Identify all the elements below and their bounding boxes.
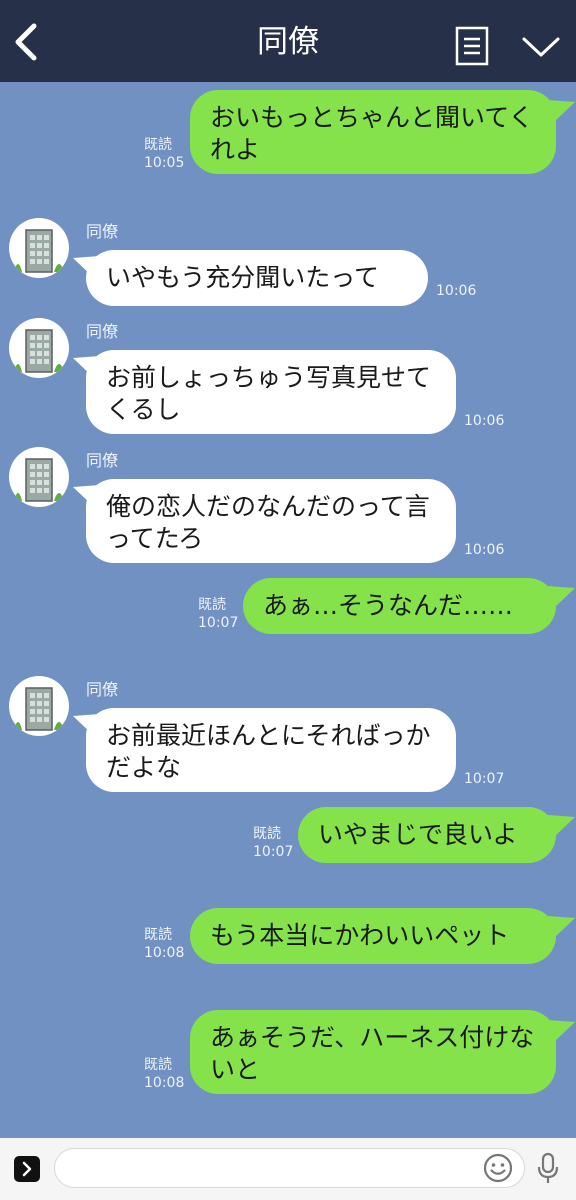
building-avatar-icon xyxy=(14,329,64,373)
message-bubble[interactable]: 俺の恋人だのなんだのって言ってたろ xyxy=(86,479,456,563)
message-time: 10:07 xyxy=(464,771,505,787)
message-row: 既読 10:08 もう本当にかわいいペット xyxy=(0,908,576,964)
message-bubble[interactable]: もう本当にかわいいペット xyxy=(190,908,556,964)
message-time: 10:07 xyxy=(253,844,294,860)
message-row: 既読 10:07 あぁ…そうなんだ…… xyxy=(0,578,576,634)
read-receipt: 既読 xyxy=(144,927,172,943)
menu-list-icon[interactable] xyxy=(455,26,489,66)
building-avatar-icon xyxy=(14,229,64,273)
sender-name: 同僚 xyxy=(86,222,119,241)
message-bubble[interactable]: おいもっとちゃんと聞いてくれよ xyxy=(190,90,556,174)
message-time: 10:07 xyxy=(198,615,239,631)
bubble-tail xyxy=(548,916,575,938)
bubble-tail xyxy=(548,100,575,122)
read-receipt: 既読 xyxy=(144,1057,172,1073)
message-meta: 既読 10:05 xyxy=(144,136,184,172)
bubble-tail xyxy=(548,815,575,837)
message-meta: 既読 10:08 xyxy=(144,926,184,962)
bubble-tail xyxy=(548,1020,575,1042)
bubble-tail xyxy=(548,586,575,608)
read-receipt: 既読 xyxy=(253,826,281,842)
chevron-down-icon[interactable] xyxy=(521,34,561,60)
message-row: 既読 10:07 いやまじで良いよ xyxy=(0,807,576,863)
message-time: 10:08 xyxy=(144,1075,185,1091)
message-bubble[interactable]: いやまじで良いよ xyxy=(298,807,556,863)
sender-name: 同僚 xyxy=(86,680,119,699)
message-input-bar xyxy=(0,1138,576,1200)
contact-avatar[interactable] xyxy=(9,447,69,507)
chat-header: 同僚 xyxy=(0,0,576,82)
message-time: 10:06 xyxy=(436,283,477,299)
message-row: 同僚 俺の恋人だのなんだのって言ってたろ 10:06 xyxy=(0,447,576,565)
message-bubble[interactable]: あぁそうだ、ハーネス付けないと xyxy=(190,1010,556,1094)
message-row: 同僚 お前最近ほんとにそればっかだよな 10:07 xyxy=(0,676,576,794)
sender-name: 同僚 xyxy=(86,451,119,470)
expand-button[interactable] xyxy=(14,1156,40,1182)
contact-avatar[interactable] xyxy=(9,318,69,378)
message-meta: 既読 10:07 xyxy=(198,596,238,632)
message-bubble[interactable]: いやもう充分聞いたって xyxy=(86,250,428,306)
message-bubble[interactable]: あぁ…そうなんだ…… xyxy=(243,578,556,634)
message-list[interactable]: 既読 10:05 おいもっとちゃんと聞いてくれよ 同僚 いやもう充分聞いたって … xyxy=(0,82,576,1138)
contact-avatar[interactable] xyxy=(9,676,69,736)
microphone-icon[interactable] xyxy=(536,1152,560,1186)
building-avatar-icon xyxy=(14,458,64,502)
message-bubble[interactable]: お前しょっちゅう写真見せてくるし xyxy=(86,350,456,434)
message-row: 既読 10:08 あぁそうだ、ハーネス付けないと xyxy=(0,1010,576,1094)
read-receipt: 既読 xyxy=(144,137,172,153)
message-meta: 既読 10:07 xyxy=(253,825,293,861)
message-time: 10:06 xyxy=(464,413,505,429)
sender-name: 同僚 xyxy=(86,322,119,341)
building-avatar-icon xyxy=(14,687,64,731)
chat-title: 同僚 xyxy=(257,24,319,60)
message-row: 同僚 お前しょっちゅう写真見せてくるし 10:06 xyxy=(0,318,576,436)
message-time: 10:06 xyxy=(464,542,505,558)
read-receipt: 既読 xyxy=(198,597,226,613)
message-input[interactable] xyxy=(54,1148,525,1188)
smile-icon[interactable] xyxy=(482,1152,514,1184)
message-row: 同僚 いやもう充分聞いたって 10:06 xyxy=(0,218,576,308)
message-time: 10:08 xyxy=(144,945,185,961)
contact-avatar[interactable] xyxy=(9,218,69,278)
message-time: 10:05 xyxy=(144,155,185,171)
message-bubble[interactable]: お前最近ほんとにそればっかだよな xyxy=(86,708,456,792)
expand-icon xyxy=(22,1161,32,1177)
message-row: 既読 10:05 おいもっとちゃんと聞いてくれよ xyxy=(0,90,576,174)
message-meta: 既読 10:08 xyxy=(144,1056,184,1092)
